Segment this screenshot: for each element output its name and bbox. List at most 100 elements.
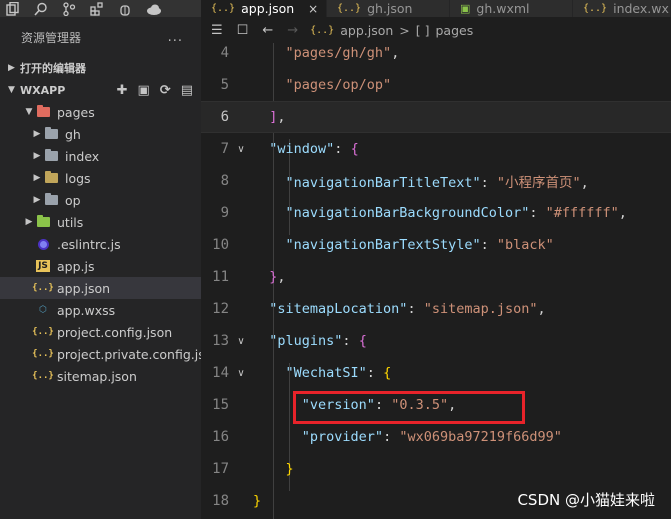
json-file-icon: {..}: [32, 349, 54, 359]
tree-item[interactable]: {..} project.config.json: [0, 321, 201, 343]
code-line[interactable]: 4 "pages/gh/gh",: [201, 43, 671, 69]
code-text: "sitemapLocation": "sitemap.json",: [269, 301, 546, 317]
folder-icon: [36, 105, 50, 118]
tree-item[interactable]: ⬡ app.wxss: [0, 299, 201, 321]
code-line[interactable]: 6 ],: [201, 101, 671, 133]
forward-arrow-icon[interactable]: →: [287, 23, 298, 38]
editor-tab[interactable]: {..} index.wx: [573, 0, 671, 17]
breadcrumb-file[interactable]: app.json: [340, 23, 393, 38]
new-folder-icon[interactable]: ▣: [138, 83, 150, 98]
chevron-right-icon: ▶: [25, 217, 33, 227]
search-icon[interactable]: [34, 2, 48, 16]
fold-chevron-icon[interactable]: ∨: [229, 144, 253, 155]
code-line[interactable]: 11 },: [201, 261, 671, 293]
line-number: 10: [212, 237, 229, 253]
fold-chevron-icon[interactable]: ∨: [229, 336, 253, 347]
tree-item[interactable]: {..} app.json: [0, 277, 201, 299]
source-control-icon[interactable]: [62, 1, 76, 16]
tree-item[interactable]: ▶ gh: [0, 123, 201, 145]
debug-icon[interactable]: [118, 2, 132, 16]
editor-tab[interactable]: {..} gh.json: [327, 0, 450, 17]
json-file-icon: {..}: [211, 3, 236, 14]
json-file-icon: {..}: [310, 24, 335, 36]
chevron-right-icon: ▶: [33, 195, 41, 205]
code-line[interactable]: 18}: [201, 485, 671, 517]
json-file-icon: {..}: [337, 3, 362, 14]
code-line[interactable]: 7 ∨ "window": {: [201, 133, 671, 165]
tab-label: gh.json: [367, 1, 413, 16]
code-line[interactable]: 5 "pages/op/op": [201, 69, 671, 101]
code-line[interactable]: 13 ∨ "plugins": {: [201, 325, 671, 357]
code-line[interactable]: 8 "navigationBarTitleText": "小程序首页",: [201, 165, 671, 197]
code-line[interactable]: 15 "version": "0.3.5",: [201, 389, 671, 421]
editor-toolbar: ☰ ☐ ← → {..} app.json > [ ] pages: [201, 17, 671, 43]
code-text: "pages/gh/gh",: [285, 45, 400, 61]
chevron-right-icon: ▶: [8, 63, 15, 73]
folder-shape: [36, 215, 50, 227]
cloud-icon[interactable]: [146, 2, 162, 16]
editor-tab[interactable]: {..} app.json ×: [201, 0, 327, 17]
chevron-right-icon: ▶: [33, 129, 41, 139]
folder-icon: [44, 171, 58, 184]
breadcrumb-node[interactable]: pages: [436, 23, 474, 38]
folder-shape: [36, 105, 50, 117]
folder-shape: [44, 171, 58, 183]
tree-item-label: sitemap.json: [57, 368, 137, 384]
code-line[interactable]: 16 "provider": "wx069ba97219f66d99": [201, 421, 671, 453]
tree-item[interactable]: ▶ index: [0, 145, 201, 167]
back-arrow-icon[interactable]: ←: [262, 23, 273, 38]
tree-item-label: app.wxss: [57, 302, 116, 318]
collapse-all-icon[interactable]: ▤: [181, 83, 193, 98]
tree-item-label: .eslintrc.js: [57, 236, 121, 252]
file-tree: ▼ pages ▶ gh ▶ index ▶ logs ▶ op ▶ utils .eslintrc.j…: [0, 101, 217, 387]
line-number: 12: [212, 301, 229, 317]
code-line[interactable]: 14 ∨ "WechatSI": {: [201, 357, 671, 389]
js-file-icon: JS: [36, 260, 50, 272]
code-text: "provider": "wx069ba97219f66d99": [301, 429, 562, 445]
wxml-file-icon: ▣: [460, 2, 471, 15]
more-actions-icon[interactable]: ...: [168, 30, 183, 45]
tree-item-label: project.private.config.js...: [57, 346, 217, 362]
line-number: 4: [220, 45, 229, 61]
code-editor[interactable]: CSDN @小猫娃来啦 4 "pages/gh/gh", 5 "pages/op/…: [201, 43, 671, 519]
new-file-icon[interactable]: ✚: [117, 83, 128, 98]
tree-item[interactable]: JS app.js: [0, 255, 201, 277]
editor-tabs: {..} app.json × {..} gh.json ▣ gh.wxml {..} inde…: [201, 0, 671, 17]
extensions-icon[interactable]: [90, 1, 104, 16]
editor-tab[interactable]: ▣ gh.wxml: [450, 0, 573, 17]
explorer-sidebar: 资源管理器 ... ▶ 打开的编辑器 ▼ WXAPP ✚ ▣ ⟳ ▤ ▼ page…: [0, 17, 217, 519]
code-text: "navigationBarTitleText": "小程序首页",: [285, 175, 589, 191]
tree-item[interactable]: ▶ op: [0, 189, 201, 211]
project-section[interactable]: ▼ WXAPP ✚ ▣ ⟳ ▤: [0, 79, 201, 101]
project-label: WXAPP: [20, 83, 66, 97]
line-number: 17: [212, 461, 229, 477]
code-line[interactable]: 17 }: [201, 453, 671, 485]
json-file-icon: {..}: [32, 283, 54, 293]
copy-icon[interactable]: [6, 1, 20, 16]
bookmark-icon[interactable]: ☐: [237, 23, 249, 38]
tree-item-label: app.json: [57, 280, 111, 296]
tree-item[interactable]: {..} sitemap.json: [0, 365, 201, 387]
line-number: 9: [220, 205, 229, 221]
tab-label: index.wx: [613, 1, 669, 16]
tree-item-label: index: [65, 148, 100, 164]
code-line[interactable]: 12 "sitemapLocation": "sitemap.json",: [201, 293, 671, 325]
chevron-down-icon: ▼: [8, 85, 15, 95]
code-line[interactable]: 9 "navigationBarBackgroundColor": "#ffff…: [201, 197, 671, 229]
array-icon: [ ]: [415, 22, 430, 38]
close-icon[interactable]: ×: [308, 2, 318, 16]
fold-chevron-icon[interactable]: ∨: [229, 368, 253, 379]
line-number: 14: [212, 365, 229, 381]
tree-item-label: app.js: [57, 258, 95, 274]
line-number: 18: [212, 493, 229, 509]
tree-item[interactable]: ▶ utils: [0, 211, 201, 233]
open-editors-section[interactable]: ▶ 打开的编辑器: [0, 57, 201, 79]
line-number: 16: [212, 429, 229, 445]
code-line[interactable]: 10 "navigationBarTextStyle": "black": [201, 229, 671, 261]
tree-item[interactable]: ▼ pages: [0, 101, 201, 123]
tree-item[interactable]: ▶ logs: [0, 167, 201, 189]
tree-item[interactable]: .eslintrc.js: [0, 233, 201, 255]
tree-item[interactable]: {..} project.private.config.js...: [0, 343, 217, 365]
refresh-icon[interactable]: ⟳: [160, 83, 171, 98]
menu-lines-icon[interactable]: ☰: [211, 23, 223, 38]
